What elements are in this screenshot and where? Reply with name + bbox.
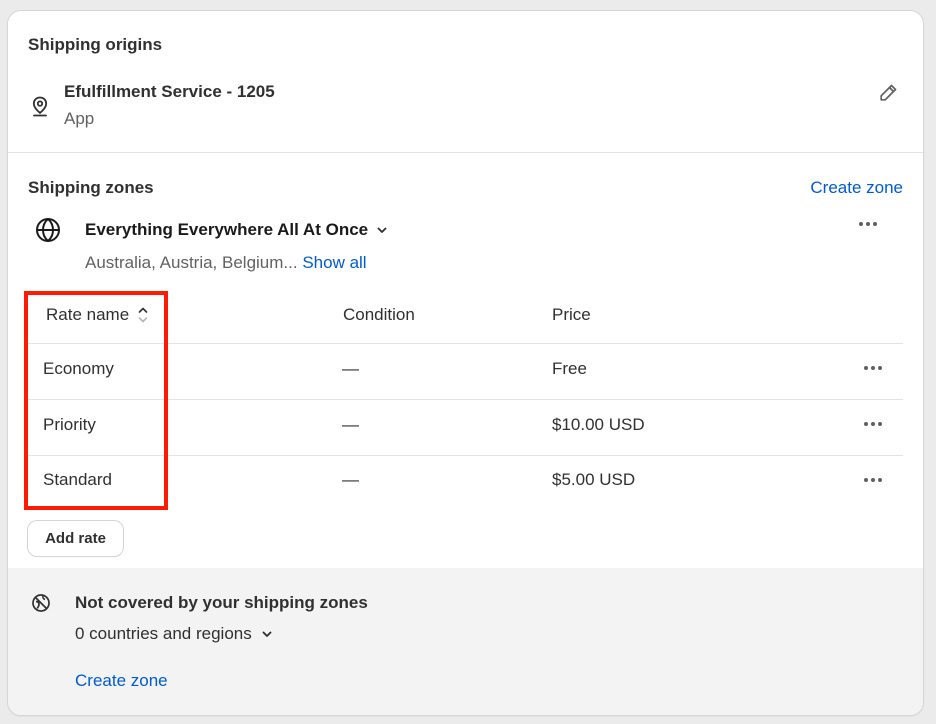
add-rate-button[interactable]: Add rate	[28, 521, 123, 556]
shipping-card: Shipping origins Efulfillment Service - …	[8, 11, 923, 715]
rate-more-icon[interactable]	[864, 366, 882, 370]
rate-name-highlight-box	[24, 291, 168, 510]
not-covered-section: Not covered by your shipping zones 0 cou…	[8, 568, 923, 715]
globe-icon	[35, 217, 61, 243]
origin-location-name: Efulfillment Service - 1205	[64, 82, 275, 101]
zone-name: Everything Everywhere All At Once	[85, 220, 369, 239]
create-zone-link[interactable]: Create zone	[810, 178, 903, 198]
countries-regions-dropdown[interactable]: 0 countries and regions	[75, 624, 273, 644]
zone-more-icon[interactable]	[859, 222, 877, 226]
location-pin-icon	[30, 95, 50, 117]
show-all-link[interactable]: Show all	[302, 253, 366, 272]
globe-slash-icon	[31, 593, 51, 613]
shipping-origins-title: Shipping origins	[28, 35, 163, 54]
zone-name-dropdown[interactable]: Everything Everywhere All At Once	[85, 220, 388, 240]
rate-price: $5.00 USD	[552, 470, 636, 489]
shipping-zones-title: Shipping zones	[28, 178, 154, 197]
footer-create-zone-link[interactable]: Create zone	[75, 671, 168, 691]
zone-countries: Australia, Austria, Belgium...	[85, 253, 298, 272]
zone-countries-line: Australia, Austria, Belgium... Show all	[85, 253, 367, 273]
price-header: Price	[552, 305, 591, 324]
countries-regions-count: 0 countries and regions	[75, 624, 252, 643]
rate-condition: —	[342, 415, 359, 434]
section-divider	[8, 152, 923, 153]
rate-condition: —	[342, 470, 359, 489]
chevron-down-icon	[261, 628, 273, 640]
condition-header: Condition	[343, 305, 415, 324]
pencil-edit-icon[interactable]	[878, 82, 899, 103]
not-covered-title: Not covered by your shipping zones	[75, 593, 368, 612]
chevron-down-icon	[376, 224, 388, 236]
rate-price: Free	[552, 359, 587, 378]
rate-more-icon[interactable]	[864, 422, 882, 426]
rate-condition: —	[342, 359, 359, 378]
origin-location-type: App	[64, 109, 95, 128]
rate-more-icon[interactable]	[864, 478, 882, 482]
rate-price: $10.00 USD	[552, 415, 645, 434]
